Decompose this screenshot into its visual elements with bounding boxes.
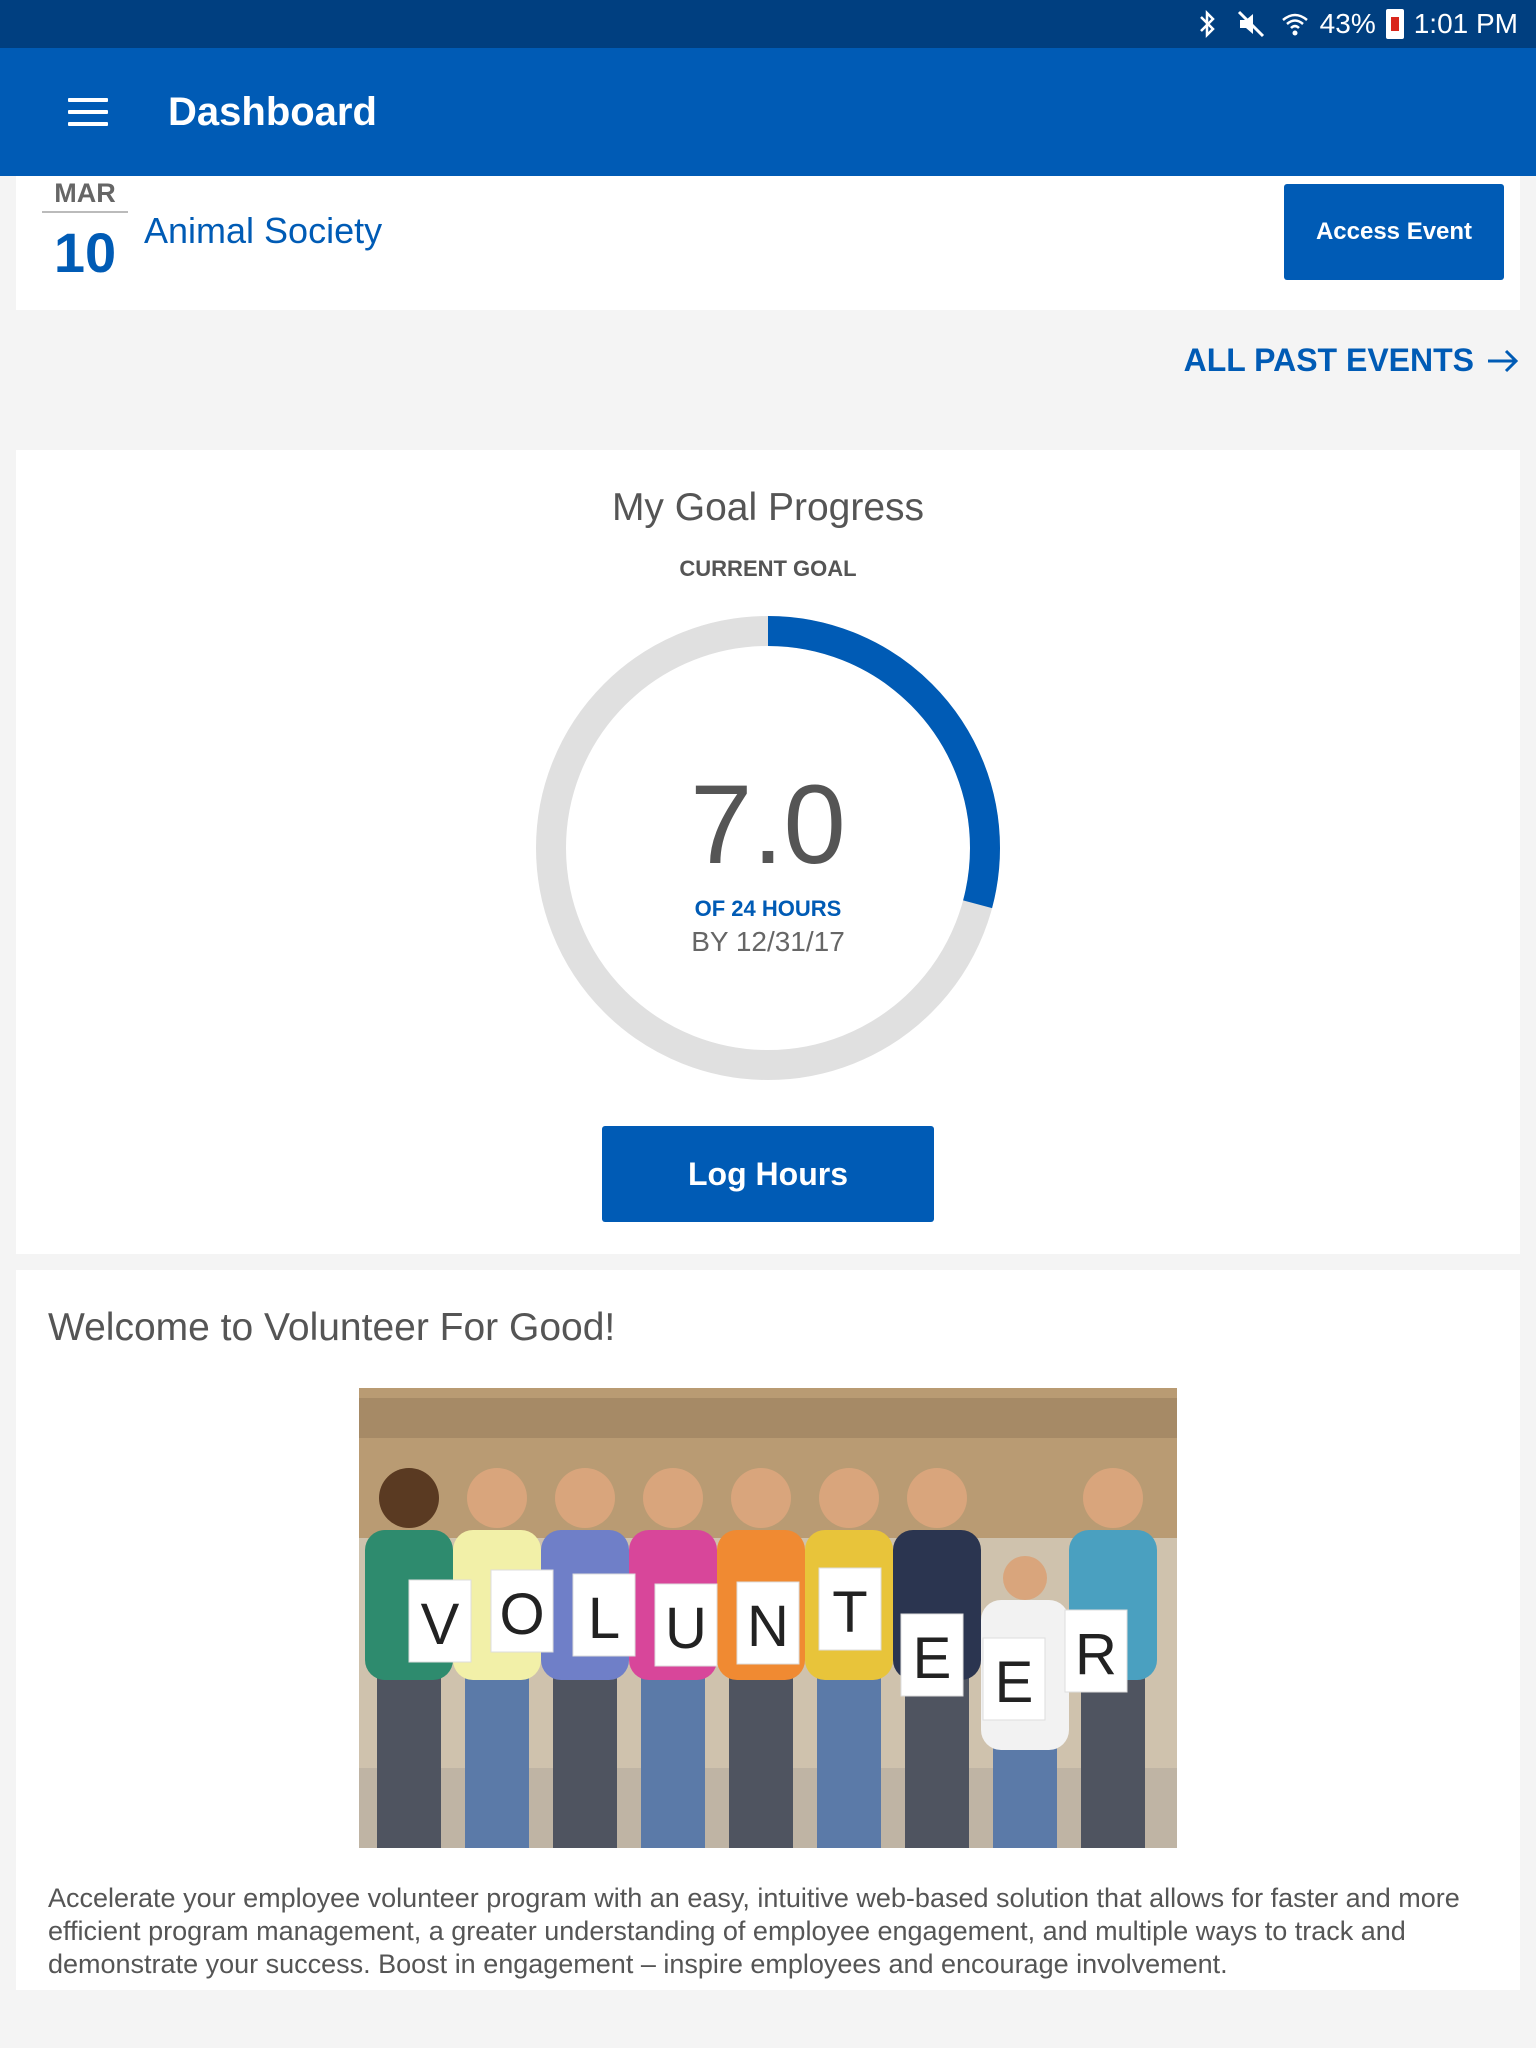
goal-progress-card: My Goal Progress CURRENT GOAL 7.0 OF 24 … [16, 450, 1520, 1254]
event-month: MAR [42, 178, 128, 213]
bluetooth-icon [1192, 9, 1222, 39]
event-day: 10 [53, 221, 117, 284]
welcome-title: Welcome to Volunteer For Good! [48, 1306, 616, 1349]
mute-icon [1236, 9, 1266, 39]
photo-letter-card: N [736, 1581, 800, 1665]
svg-text:O: O [499, 1582, 544, 1647]
battery-percent: 43% [1319, 8, 1376, 39]
photo-letter-card: R [1064, 1609, 1128, 1693]
log-hours-button[interactable]: Log Hours [602, 1126, 934, 1222]
svg-text:E: E [913, 1626, 952, 1691]
photo-letter-card: E [900, 1613, 964, 1697]
battery-icon [1385, 9, 1404, 39]
page-title: Dashboard [168, 89, 377, 134]
welcome-card: Welcome to Volunteer For Good! VOLUNTEER… [16, 1270, 1520, 1990]
hamburger-menu-icon[interactable] [68, 98, 108, 126]
all-past-events-link[interactable]: ALL PAST EVENTS [1184, 342, 1520, 379]
photo-letter-card: O [490, 1569, 554, 1653]
event-card: MAR 10 Animal Society Access Event [16, 176, 1520, 310]
photo-letter-card: V [408, 1579, 472, 1663]
svg-text:E: E [995, 1650, 1034, 1715]
goal-deadline: BY 12/31/17 [691, 926, 845, 957]
goal-subtitle: CURRENT GOAL [679, 556, 857, 581]
svg-text:N: N [747, 1594, 789, 1659]
app-bar: Dashboard [0, 48, 1536, 176]
photo-letter-card: E [982, 1637, 1046, 1721]
welcome-description: Accelerate your employee volunteer progr… [48, 1883, 1460, 1979]
photo-letter-card: U [654, 1583, 718, 1667]
all-past-events-label: ALL PAST EVENTS [1183, 342, 1474, 378]
svg-text:U: U [665, 1596, 707, 1661]
svg-text:V: V [421, 1592, 460, 1657]
goal-title: My Goal Progress [611, 486, 925, 529]
goal-hours-value: 7.0 [690, 762, 846, 887]
clock: 1:01 PM [1413, 8, 1518, 39]
svg-text:L: L [588, 1586, 620, 1651]
svg-text:T: T [832, 1580, 867, 1645]
arrow-right-icon [1488, 349, 1519, 372]
volunteer-photo: VOLUNTEER [359, 1388, 1177, 1848]
wifi-icon [1280, 9, 1310, 39]
access-event-button[interactable]: Access Event [1284, 184, 1504, 280]
photo-letter-card: L [572, 1573, 636, 1657]
goal-target: OF 24 HOURS [694, 896, 842, 921]
status-bar: 43% 1:01 PM [0, 0, 1536, 48]
event-name[interactable]: Animal Society [144, 210, 382, 252]
photo-letter-card: T [818, 1567, 882, 1651]
svg-text:R: R [1075, 1622, 1117, 1687]
